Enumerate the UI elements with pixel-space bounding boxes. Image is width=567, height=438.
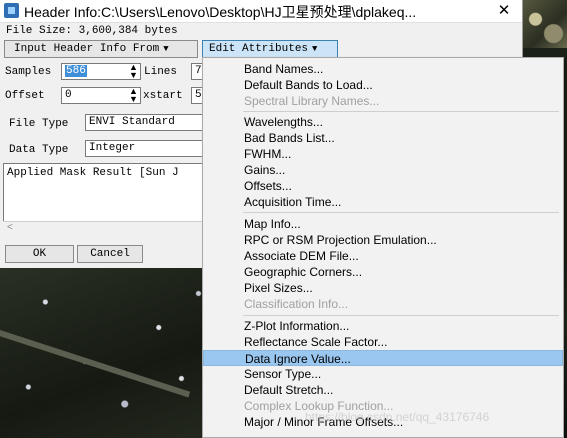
menu-separator bbox=[243, 315, 559, 316]
menu-item-default-stretch[interactable]: Default Stretch... bbox=[203, 382, 563, 398]
chevron-down-icon: ▼ bbox=[163, 44, 169, 54]
menu-item-classification-info: Classification Info... bbox=[244, 297, 349, 311]
menu-item-sensor-type[interactable]: Sensor Type... bbox=[203, 366, 563, 382]
lines-label: Lines bbox=[144, 66, 178, 78]
file-type-label: File Type bbox=[9, 118, 69, 130]
menu-item-z-plot-information[interactable]: Z-Plot Information... bbox=[203, 318, 563, 334]
title-bar[interactable]: Header Info:C:\Users\Lenovo\Desktop\HJ卫星… bbox=[0, 0, 522, 23]
menu-item-wavelengths[interactable]: Wavelengths... bbox=[203, 114, 563, 130]
menu-item-data-ignore-value[interactable]: Data Ignore Value... bbox=[203, 350, 563, 366]
file-size-label: File Size: 3,600,384 bytes bbox=[6, 25, 178, 37]
xstart-label: xstart bbox=[143, 90, 183, 102]
input-header-info-button[interactable]: Input Header Info From ▼ bbox=[4, 40, 198, 58]
menu-item-bad-bands-list[interactable]: Bad Bands List... bbox=[203, 130, 563, 146]
menu-item-gains[interactable]: Gains... bbox=[203, 162, 563, 178]
cancel-button[interactable]: Cancel bbox=[77, 245, 143, 263]
data-type-select[interactable]: Integer bbox=[85, 140, 203, 157]
envi-app-icon bbox=[4, 3, 19, 18]
background-satellite-image-top bbox=[522, 0, 567, 48]
menu-item-reflectance-scale-factor[interactable]: Reflectance Scale Factor... bbox=[203, 334, 563, 350]
samples-spinner[interactable]: ▲ ▼ bbox=[127, 63, 140, 80]
menu-item-offsets[interactable]: Offsets... bbox=[203, 178, 563, 194]
menu-item-acquisition-time[interactable]: Acquisition Time... bbox=[203, 194, 563, 210]
ok-button[interactable]: OK bbox=[5, 245, 74, 263]
menu-item-band-names[interactable]: Band Names... bbox=[203, 61, 563, 77]
samples-value: 586 bbox=[65, 65, 87, 77]
menu-item-geographic-corners[interactable]: Geographic Corners... bbox=[203, 264, 563, 280]
menu-item-fwhm[interactable]: FWHM... bbox=[203, 146, 563, 162]
menu-item-rpc-or-rsm-projection-emulation[interactable]: RPC or RSM Projection Emulation... bbox=[203, 232, 563, 248]
menu-item-pixel-sizes[interactable]: Pixel Sizes... bbox=[203, 280, 563, 296]
watermark: https://blog.csdn.net/qq_43176746 bbox=[305, 410, 490, 424]
menu-separator bbox=[243, 111, 559, 112]
menu-item-map-info[interactable]: Map Info... bbox=[203, 216, 563, 232]
chevron-down-icon: ▼ bbox=[312, 44, 318, 54]
offset-label: Offset bbox=[5, 90, 45, 102]
menu-item-default-bands-to-load[interactable]: Default Bands to Load... bbox=[203, 77, 563, 93]
data-type-label: Data Type bbox=[9, 144, 69, 156]
menu-separator bbox=[243, 212, 559, 213]
menu-item-spectral-library-names: Spectral Library Names... bbox=[244, 94, 380, 108]
samples-label: Samples bbox=[5, 66, 52, 78]
horizontal-scrollbar[interactable]: < bbox=[3, 221, 215, 235]
window-title: Header Info:C:\Users\Lenovo\Desktop\HJ卫星… bbox=[24, 4, 417, 20]
scroll-left-icon[interactable]: < bbox=[7, 222, 13, 233]
input-header-info-label: Input Header Info From bbox=[14, 43, 160, 55]
file-type-select[interactable]: ENVI Standard bbox=[85, 114, 203, 131]
edit-attributes-menu: Band Names... Default Bands to Load... Spe… bbox=[202, 57, 564, 438]
edit-attributes-label: Edit Attributes bbox=[209, 43, 309, 55]
menu-item-associate-dem-file[interactable]: Associate DEM File... bbox=[203, 248, 563, 264]
close-button[interactable]: ✕ bbox=[486, 0, 522, 22]
offset-spinner[interactable]: ▲ ▼ bbox=[127, 87, 140, 104]
edit-attributes-button[interactable]: Edit Attributes ▼ bbox=[202, 40, 338, 58]
